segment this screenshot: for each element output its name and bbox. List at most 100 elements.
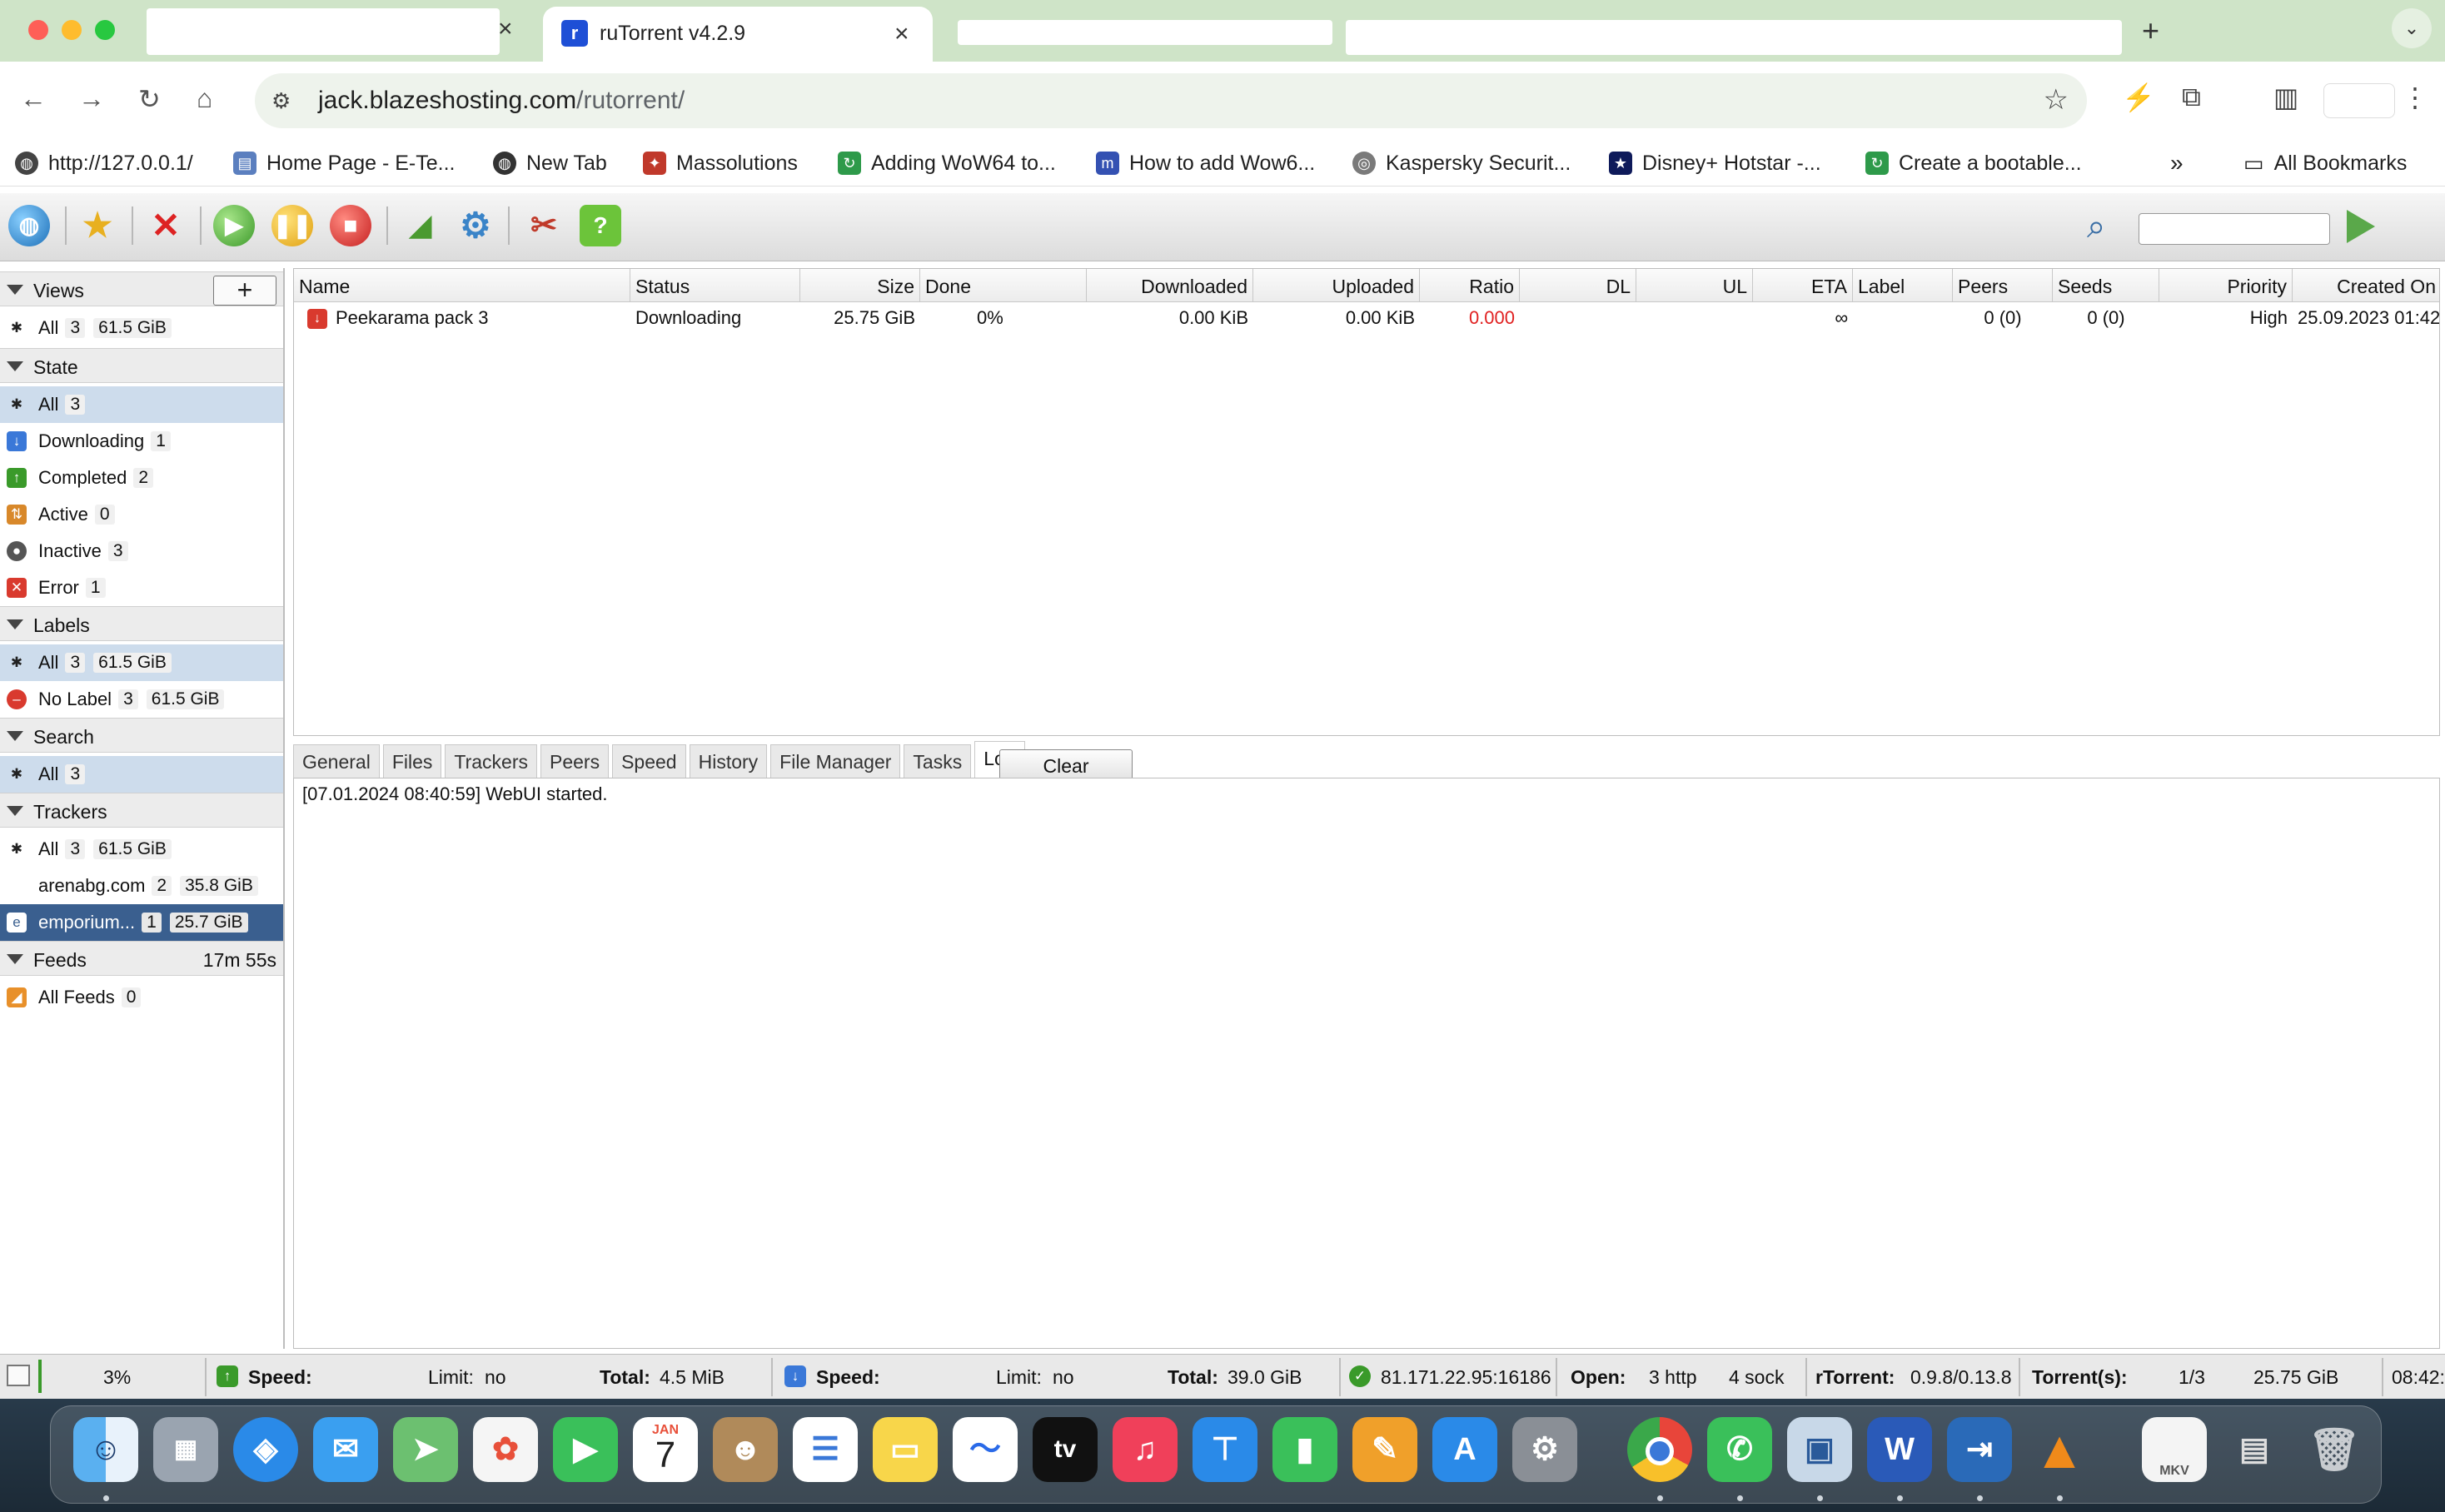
minimize-window-button[interactable]: [62, 20, 82, 40]
collapse-triangle-icon[interactable]: [7, 285, 23, 295]
search-item-all[interactable]: ✱ All 3: [0, 756, 283, 793]
system-settings-icon[interactable]: ⚙: [1512, 1417, 1577, 1482]
numbers-icon[interactable]: ▮: [1272, 1417, 1337, 1482]
tab-peers[interactable]: Peers: [540, 744, 610, 778]
migration-icon[interactable]: ⇥: [1947, 1417, 2012, 1482]
stop-torrent-icon[interactable]: ■: [330, 205, 371, 246]
bookmark-item[interactable]: ★ Disney+ Hotstar -...: [1609, 148, 1821, 178]
start-torrent-icon[interactable]: ▶: [213, 205, 255, 246]
remote-desktop-icon[interactable]: ▣: [1787, 1417, 1852, 1482]
address-bar[interactable]: ⚙ jack.blazeshosting.com/rutorrent/ ☆: [255, 73, 2087, 128]
column-header-dl[interactable]: DL: [1520, 269, 1636, 302]
freeform-icon[interactable]: 〜: [953, 1417, 1018, 1482]
search-header[interactable]: Search: [0, 718, 283, 753]
apple-tv-icon[interactable]: tv: [1033, 1417, 1098, 1482]
download-limit-value[interactable]: no: [1053, 1366, 1074, 1389]
reload-icon[interactable]: ↻: [138, 83, 161, 115]
tab-redacted-2[interactable]: [958, 20, 1332, 45]
site-settings-icon[interactable]: ⚙: [271, 88, 291, 114]
labels-header[interactable]: Labels: [0, 606, 283, 641]
download-limit-label[interactable]: Limit:: [996, 1366, 1042, 1389]
add-torrent-globe-icon[interactable]: ◍: [8, 205, 50, 246]
tab-files[interactable]: Files: [382, 744, 442, 778]
facetime-icon[interactable]: ▶: [553, 1417, 618, 1482]
bookmark-item[interactable]: ↻ Adding WoW64 to...: [838, 148, 1056, 178]
feed-item-all[interactable]: ◢ All Feeds 0: [0, 979, 283, 1016]
home-icon[interactable]: ⌂: [197, 83, 212, 114]
column-header-done[interactable]: Done: [920, 269, 1087, 302]
vlc-icon[interactable]: ▲: [2027, 1417, 2092, 1482]
pause-torrent-icon[interactable]: ❚❚: [271, 205, 313, 246]
mail-icon[interactable]: ✉: [313, 1417, 378, 1482]
state-header[interactable]: State: [0, 348, 283, 383]
column-header-ul[interactable]: UL: [1636, 269, 1753, 302]
contacts-icon[interactable]: ☻: [713, 1417, 778, 1482]
collapse-triangle-icon[interactable]: [7, 619, 23, 629]
star-icon[interactable]: ★: [77, 205, 118, 246]
downloads-stack-icon[interactable]: ▤: [2222, 1417, 2287, 1482]
collapse-triangle-icon[interactable]: [7, 731, 23, 741]
column-header-seeds[interactable]: Seeds: [2053, 269, 2159, 302]
column-header-created-on[interactable]: Created On: [2293, 269, 2439, 302]
state-item-inactive[interactable]: ● Inactive 3: [0, 533, 283, 569]
tab-close-icon[interactable]: ×: [894, 22, 909, 47]
settings-gear-icon[interactable]: ⚙: [455, 205, 496, 246]
tab-file-manager[interactable]: File Manager: [770, 744, 901, 778]
column-header-priority[interactable]: Priority: [2159, 269, 2293, 302]
trash-icon[interactable]: 🗑: [2302, 1417, 2367, 1482]
tracker-item-all[interactable]: ✱ All 3 61.5 GiB: [0, 831, 283, 868]
bookmark-item[interactable]: ◍ http://127.0.0.1/: [15, 148, 193, 178]
tab-speed[interactable]: Speed: [612, 744, 686, 778]
label-item-all[interactable]: ✱ All 3 61.5 GiB: [0, 644, 283, 681]
column-header-downloaded[interactable]: Downloaded: [1087, 269, 1253, 302]
column-header-ratio[interactable]: Ratio: [1420, 269, 1520, 302]
all-bookmarks-button[interactable]: ▭ All Bookmarks: [2243, 148, 2407, 178]
plugins-tools-icon[interactable]: ✂: [523, 205, 565, 246]
photos-icon[interactable]: ✿: [473, 1417, 538, 1482]
feeds-header[interactable]: Feeds 17m 55s: [0, 941, 283, 976]
app-store-icon[interactable]: A: [1432, 1417, 1497, 1482]
column-header-name[interactable]: Name: [294, 269, 630, 302]
mkv-file-icon[interactable]: MKV: [2142, 1417, 2207, 1482]
tab-trackers[interactable]: Trackers: [445, 744, 537, 778]
state-item-active[interactable]: ⇅ Active 0: [0, 496, 283, 533]
word-icon[interactable]: W: [1867, 1417, 1932, 1482]
trackers-header[interactable]: Trackers: [0, 793, 283, 828]
notes-icon[interactable]: ▭: [873, 1417, 938, 1482]
safari-icon[interactable]: ◈: [233, 1417, 298, 1482]
search-magnifier-icon[interactable]: ⌕: [2087, 208, 2105, 246]
tab-redacted-3[interactable]: [1346, 20, 2122, 55]
new-tab-button[interactable]: +: [2142, 13, 2159, 48]
calendar-icon[interactable]: JAN 7: [633, 1417, 698, 1482]
search-go-icon[interactable]: [2347, 210, 2375, 243]
label-item-no-label[interactable]: – No Label 3 61.5 GiB: [0, 681, 283, 718]
bookmark-item[interactable]: ◎ Kaspersky Securit...: [1352, 148, 1571, 178]
rss-icon[interactable]: ◢: [400, 205, 441, 246]
torrent-search-input[interactable]: [2139, 213, 2330, 245]
tab-redacted-1[interactable]: [147, 8, 500, 55]
music-icon[interactable]: ♫: [1113, 1417, 1178, 1482]
collapse-triangle-icon[interactable]: [7, 806, 23, 816]
side-panel-icon[interactable]: ▥: [2273, 82, 2298, 113]
views-header[interactable]: Views +: [0, 271, 283, 306]
finder-icon[interactable]: ☺: [73, 1417, 138, 1482]
tab-close-icon[interactable]: ×: [498, 17, 513, 42]
tab-tasks[interactable]: Tasks: [904, 744, 972, 778]
column-header-label[interactable]: Label: [1853, 269, 1953, 302]
puzzle-extensions-icon[interactable]: ⧉: [2182, 82, 2201, 113]
extension-icon[interactable]: ⚡: [2122, 82, 2155, 113]
column-header-status[interactable]: Status: [630, 269, 800, 302]
tab-history[interactable]: History: [689, 744, 768, 778]
tracker-item-arenabg[interactable]: arenabg.com 2 35.8 GiB: [0, 868, 283, 904]
state-item-downloading[interactable]: ↓ Downloading 1: [0, 423, 283, 460]
bookmark-item[interactable]: ◍ New Tab: [493, 148, 607, 178]
bookmark-item[interactable]: m How to add Wow6...: [1096, 148, 1315, 178]
bookmark-item[interactable]: ✦ Massolutions: [643, 148, 798, 178]
collapse-triangle-icon[interactable]: [7, 361, 23, 371]
bookmark-item[interactable]: ↻ Create a bootable...: [1865, 148, 2082, 178]
reminders-icon[interactable]: ☰: [793, 1417, 858, 1482]
launchpad-icon[interactable]: ▦: [153, 1417, 218, 1482]
pages-icon[interactable]: ✎: [1352, 1417, 1417, 1482]
back-arrow-icon[interactable]: ←: [20, 83, 47, 114]
column-header-peers[interactable]: Peers: [1953, 269, 2053, 302]
